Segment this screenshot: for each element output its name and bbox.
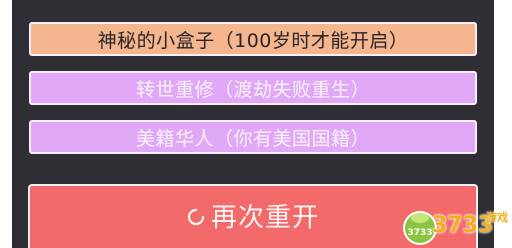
- watermark-logo: 3733 3733 游戏: [398, 203, 512, 248]
- talent-option-label: 神秘的小盒子（100岁时才能开启）: [97, 29, 409, 52]
- talent-option-reincarnation[interactable]: 转世重修（渡劫失败重生）: [29, 71, 477, 105]
- restart-button-label: 再次重开: [210, 202, 319, 233]
- talent-option-label: 转世重修（渡劫失败重生）: [135, 78, 370, 101]
- talent-option-label: 美籍华人（你有美国国籍）: [135, 127, 370, 150]
- svg-text:3733: 3733: [407, 228, 432, 238]
- watermark-subtext: 游戏: [486, 211, 508, 224]
- talent-option-american-citizen[interactable]: 美籍华人（你有美国国籍）: [29, 120, 477, 154]
- restart-icon: [187, 208, 205, 226]
- watermark-text: 3733: [432, 213, 494, 238]
- talent-option-mystery-box[interactable]: 神秘的小盒子（100岁时才能开启）: [29, 22, 477, 56]
